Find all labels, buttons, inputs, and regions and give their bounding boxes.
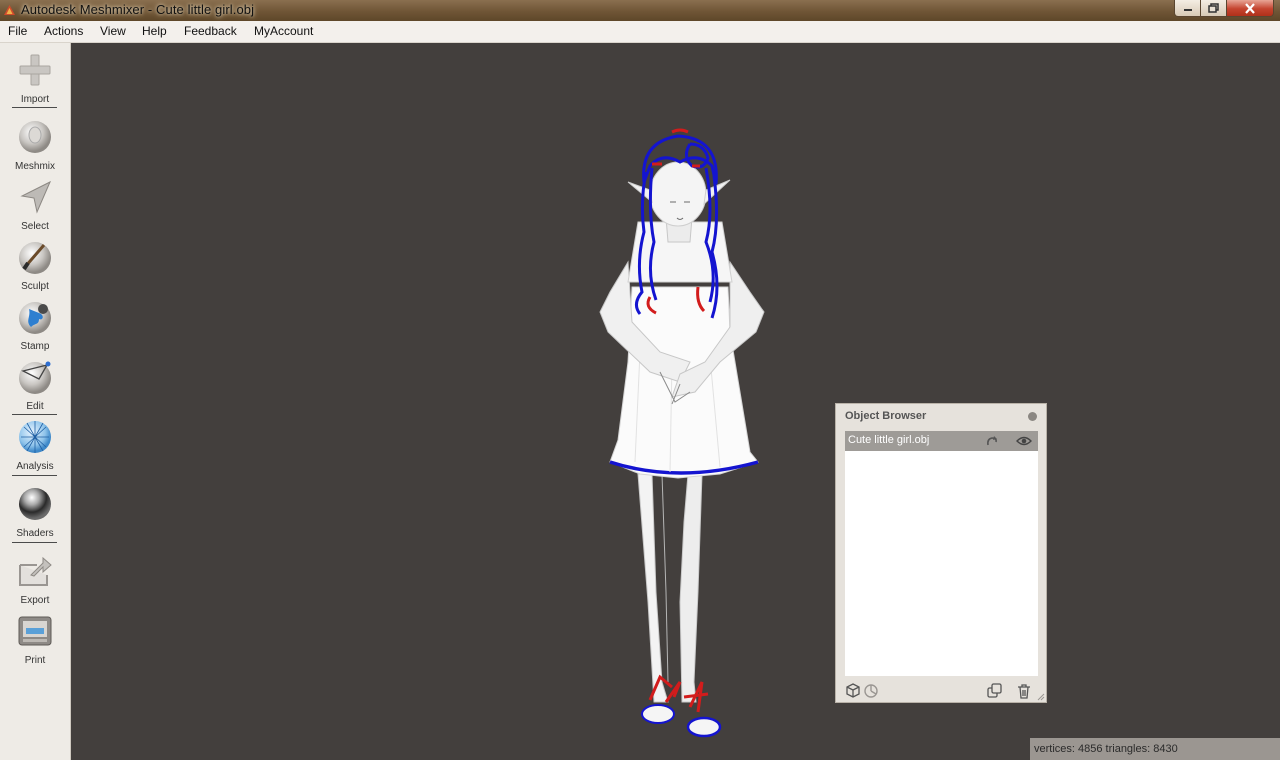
restore-button[interactable] <box>1201 0 1227 17</box>
printer-icon <box>18 616 52 646</box>
tool-label: Export <box>20 595 50 606</box>
object-browser-title: Object Browser <box>845 410 927 422</box>
tool-stamp[interactable]: Stamp <box>0 299 70 352</box>
mesh-sphere-icon <box>19 421 51 453</box>
tool-sculpt[interactable]: Sculpt <box>0 239 70 292</box>
minimize-button[interactable] <box>1174 0 1201 17</box>
object-list: Cute little girl.obj <box>845 431 1038 676</box>
stamp-sphere-icon <box>19 302 51 334</box>
tool-label: Analysis <box>16 461 54 472</box>
menu-help[interactable]: Help <box>142 24 167 38</box>
wire-edit-sphere-icon <box>19 361 51 394</box>
menu-view[interactable]: View <box>100 24 126 38</box>
brush-sphere-icon <box>19 242 51 274</box>
window-titlebar: Autodesk Meshmixer - Cute little girl.ob… <box>0 0 1280 21</box>
toolbar-divider <box>12 542 57 543</box>
window-controls <box>1174 0 1274 18</box>
window-title: Autodesk Meshmixer - Cute little girl.ob… <box>21 2 255 17</box>
object-name: Cute little girl.obj <box>848 434 930 446</box>
restore-icon <box>1207 3 1219 13</box>
tool-select[interactable]: Select <box>0 179 70 232</box>
chrome-sphere-icon <box>19 488 51 520</box>
toolbar-divider <box>12 107 57 108</box>
trash-icon[interactable] <box>1016 683 1032 699</box>
tool-label: Meshmix <box>14 161 55 172</box>
arrow-pointer-icon <box>20 180 52 214</box>
eye-visibility-icon[interactable] <box>1016 434 1032 448</box>
tool-label: Shaders <box>16 528 54 539</box>
plus-icon <box>19 54 51 86</box>
tool-label: Sculpt <box>21 281 49 292</box>
link-icon[interactable] <box>985 434 999 448</box>
menu-actions[interactable]: Actions <box>44 24 83 38</box>
tool-label: Stamp <box>20 341 50 352</box>
tool-label: Edit <box>26 401 44 412</box>
mesh-stats: vertices: 4856 triangles: 8430 <box>1034 743 1178 755</box>
export-tray-icon <box>19 556 52 586</box>
object-list-item[interactable]: Cute little girl.obj <box>845 431 1038 451</box>
menu-bar: File Actions View Help Feedback MyAccoun… <box>0 21 1280 43</box>
mesh-model-figure[interactable] <box>580 122 780 750</box>
minimize-icon <box>1183 9 1192 11</box>
tool-label: Import <box>20 94 50 105</box>
pie-chart-icon[interactable] <box>863 683 879 699</box>
status-bar: vertices: 4856 triangles: 8430 <box>1030 738 1280 760</box>
tool-print[interactable]: Print <box>0 613 70 666</box>
meshmixer-app-icon <box>4 5 15 15</box>
toolbar-divider <box>12 475 57 476</box>
close-icon <box>1245 2 1255 14</box>
resize-grip-icon[interactable] <box>1036 692 1045 701</box>
tool-shaders[interactable]: Shaders <box>0 486 70 539</box>
menu-file[interactable]: File <box>8 24 27 38</box>
duplicate-icon[interactable] <box>987 683 1003 699</box>
tool-edit[interactable]: Edit <box>0 359 70 412</box>
menu-myaccount[interactable]: MyAccount <box>254 24 313 38</box>
tool-analysis[interactable]: Analysis <box>0 419 70 472</box>
close-panel-icon[interactable] <box>1028 412 1037 421</box>
tool-label: Print <box>24 655 46 666</box>
tool-sidebar: Import Meshmix Select Sculpt Stamp Edit … <box>0 43 71 760</box>
bust-sphere-icon <box>19 121 51 153</box>
menu-feedback[interactable]: Feedback <box>184 24 237 38</box>
tool-label: Select <box>21 221 49 232</box>
tool-export[interactable]: Export <box>0 553 70 606</box>
tool-import[interactable]: Import <box>0 52 70 105</box>
cube-icon[interactable] <box>845 683 861 699</box>
toolbar-divider <box>12 414 57 415</box>
tool-meshmix[interactable]: Meshmix <box>0 119 70 172</box>
close-button[interactable] <box>1227 0 1274 17</box>
object-browser-panel: Object Browser Cute little girl.obj <box>835 403 1047 703</box>
